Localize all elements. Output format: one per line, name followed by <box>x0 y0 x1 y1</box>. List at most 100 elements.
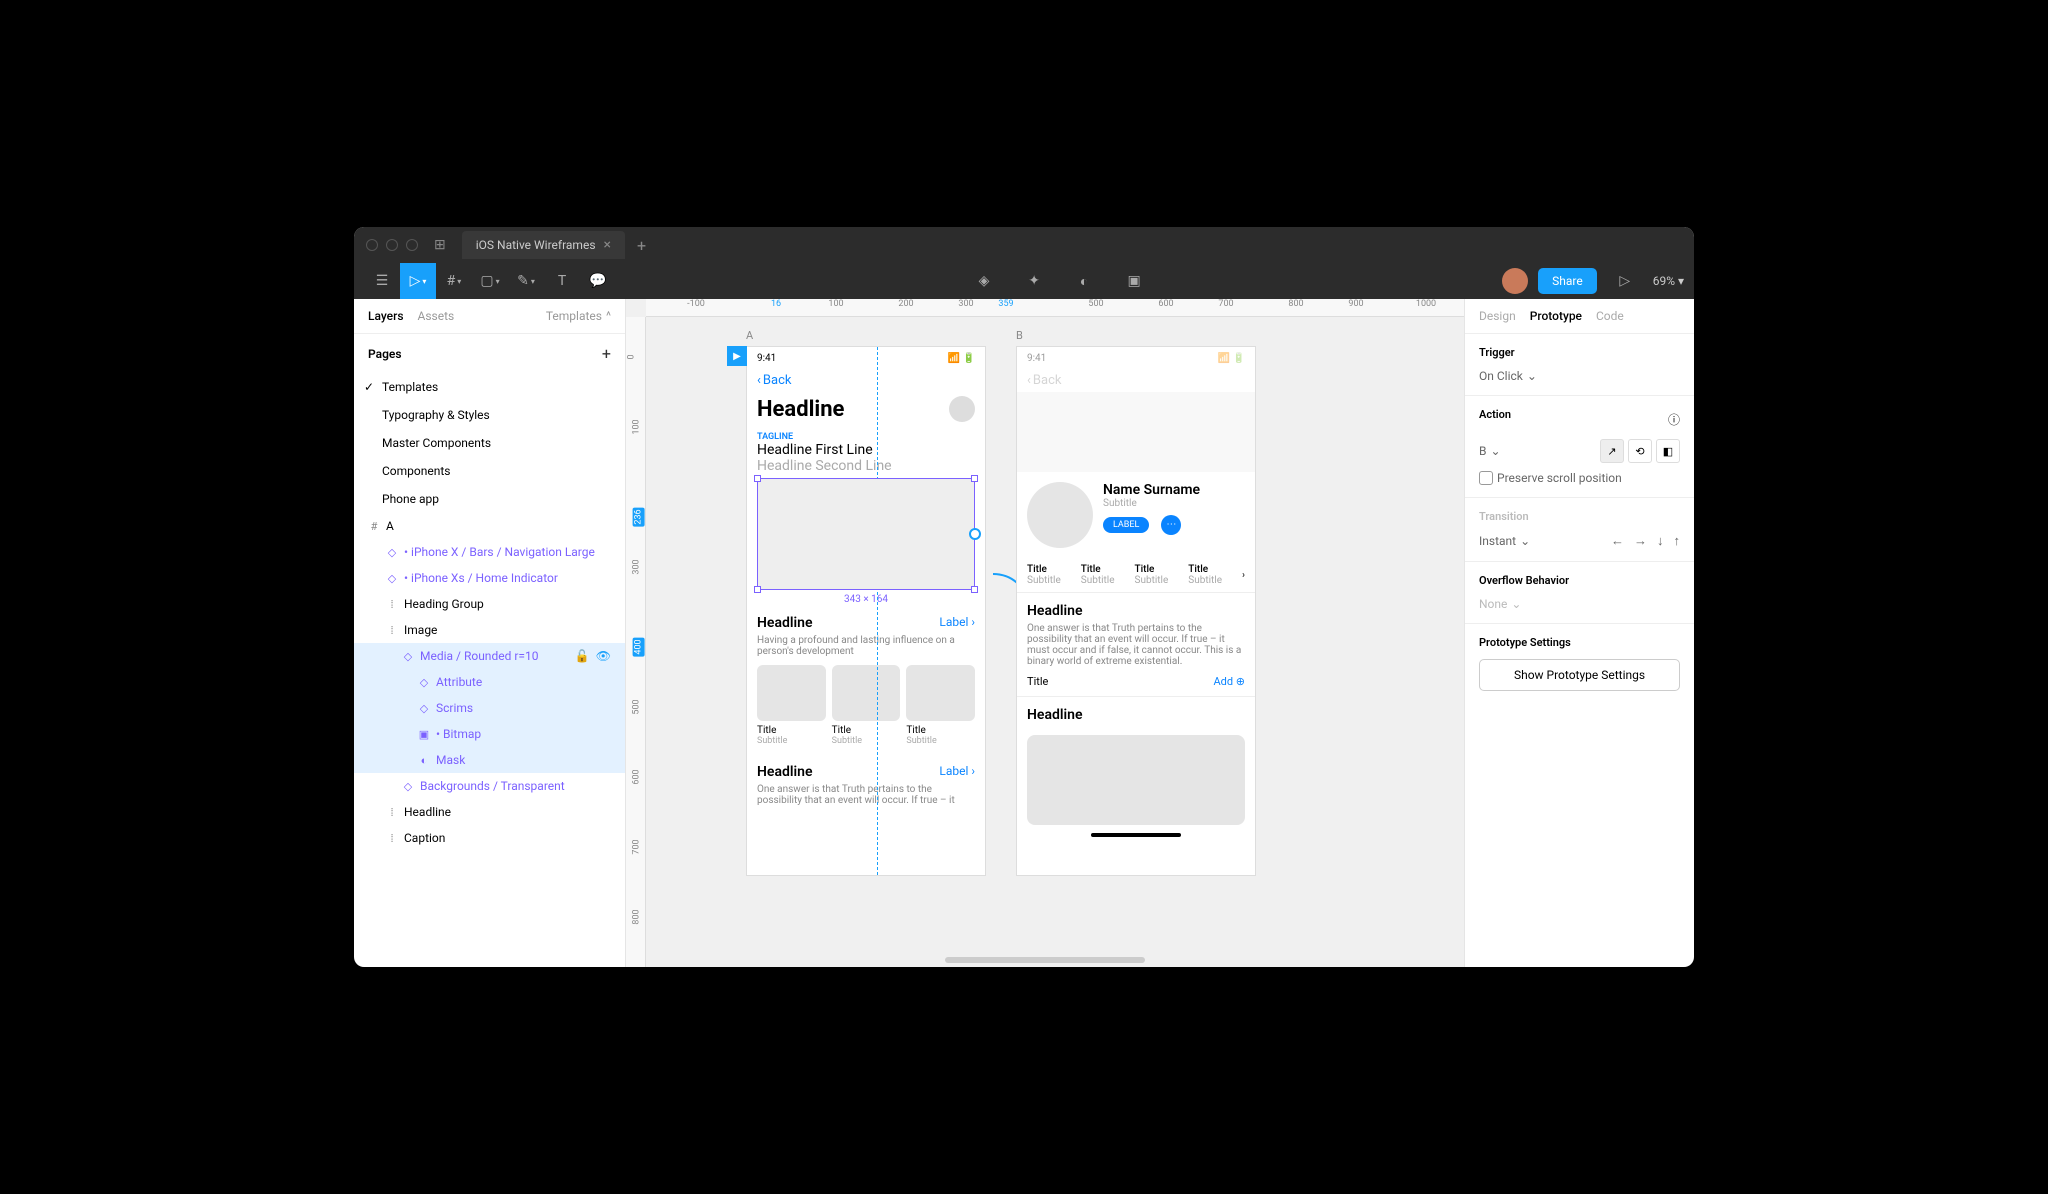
action-label: Action <box>1479 408 1511 421</box>
pen-tool[interactable]: ✎▾ <box>508 263 544 299</box>
preserve-scroll-checkbox[interactable]: Preserve scroll position <box>1479 471 1680 485</box>
transition-value[interactable]: Instant ⌄ <box>1479 534 1530 548</box>
page-item[interactable]: Master Components <box>354 429 625 457</box>
direction-arrows: ← → ↓ ↑ <box>1611 533 1680 549</box>
layer-item[interactable]: ◇Backgrounds / Transparent <box>354 773 625 799</box>
large-headline: Headline <box>747 392 985 426</box>
chevron-right-icon[interactable]: › <box>1242 570 1245 581</box>
ruler-horizontal: -100 16 100 200 300 359 500 600 700 800 … <box>646 299 1464 317</box>
zoom-level[interactable]: 69% ▾ <box>1653 274 1684 288</box>
show-prototype-settings-button[interactable]: Show Prototype Settings <box>1479 659 1680 691</box>
selection-handle[interactable] <box>971 586 978 593</box>
text-tool[interactable]: T <box>544 263 580 299</box>
arrow-left-icon[interactable]: ← <box>1611 533 1624 549</box>
move-tool[interactable]: ▷▾ <box>400 263 436 299</box>
menu-icon[interactable]: ☰ <box>364 263 400 299</box>
layer-item[interactable]: ⁞Headline <box>354 799 625 825</box>
frame-b[interactable]: 9:41📶 🔋 ‹Back Name Surname Subtitle <box>1016 346 1256 876</box>
close-tab-icon[interactable]: × <box>604 237 611 253</box>
lock-icon[interactable]: 🔓 <box>575 649 590 663</box>
frame-tool[interactable]: #▾ <box>436 263 472 299</box>
label-link[interactable]: Label › <box>939 615 975 631</box>
mask-icon[interactable]: ◐ <box>1066 263 1102 299</box>
layer-item[interactable]: ⁞Caption <box>354 825 625 851</box>
more-icon[interactable]: ⋯ <box>1161 515 1181 535</box>
add-page-button[interactable]: + <box>602 344 611 363</box>
trigger-value[interactable]: On Click ⌄ <box>1479 369 1680 383</box>
image-placeholder <box>1027 735 1245 825</box>
maximize-dot[interactable] <box>406 239 418 251</box>
label-link[interactable]: Label › <box>939 764 975 780</box>
tab-assets[interactable]: Assets <box>418 309 455 323</box>
section-headline: Headline <box>757 764 812 780</box>
home-indicator <box>1091 833 1181 837</box>
present-icon[interactable]: ▷ <box>1607 263 1643 299</box>
navigate-icon[interactable]: ↗ <box>1600 439 1624 463</box>
layer-item-selected[interactable]: ◇Media / Rounded r=10🔓👁 <box>354 643 625 669</box>
tab-design[interactable]: Design <box>1479 309 1516 323</box>
layer-item[interactable]: ⁞Image <box>354 617 625 643</box>
selection-box[interactable] <box>757 478 975 590</box>
card[interactable]: TitleSubtitle <box>757 665 826 746</box>
new-tab-button[interactable]: + <box>637 236 646 255</box>
prototype-play-icon[interactable]: ▶ <box>727 346 747 366</box>
file-tab[interactable]: iOS Native Wireframes × <box>462 231 625 259</box>
overlay-icon[interactable]: ◧ <box>1656 439 1680 463</box>
horizontal-scrollbar[interactable] <box>945 957 1145 963</box>
layer-frame[interactable]: #A <box>354 513 625 539</box>
headline-line2: Headline Second Line <box>747 458 985 474</box>
tab-code[interactable]: Code <box>1596 309 1624 323</box>
shape-tool[interactable]: ▢▾ <box>472 263 508 299</box>
page-item[interactable]: Typography & Styles <box>354 401 625 429</box>
frame-label[interactable]: B <box>1016 329 1256 342</box>
page-item[interactable]: Components <box>354 457 625 485</box>
close-dot[interactable] <box>366 239 378 251</box>
label-pill[interactable]: LABEL <box>1103 517 1149 533</box>
frame-label[interactable]: A <box>746 329 986 342</box>
templates-dropdown[interactable]: Templates ^ <box>546 309 611 323</box>
section-body: One answer is that Truth pertains to the… <box>747 784 985 806</box>
layer-item[interactable]: ⁞Heading Group <box>354 591 625 617</box>
profile-name: Name Surname <box>1103 482 1200 498</box>
selection-handle[interactable] <box>971 475 978 482</box>
rotate-icon[interactable]: ◈ <box>966 263 1002 299</box>
layer-item[interactable]: ◇• iPhone X / Bars / Navigation Large <box>354 539 625 565</box>
layer-item[interactable]: ◇Scrims <box>354 695 625 721</box>
info-icon[interactable]: ⓘ <box>1668 411 1680 428</box>
selection-handle[interactable] <box>754 475 761 482</box>
arrow-right-icon[interactable]: → <box>1634 533 1647 549</box>
selection-handle[interactable] <box>754 586 761 593</box>
tab-layers[interactable]: Layers <box>368 309 404 323</box>
comment-tool[interactable]: 💬 <box>580 263 616 299</box>
share-button[interactable]: Share <box>1538 268 1597 294</box>
back-link[interactable]: ‹Back <box>1027 373 1245 388</box>
card[interactable]: TitleSubtitle <box>906 665 975 746</box>
minimize-dot[interactable] <box>386 239 398 251</box>
add-link[interactable]: Add ⊕ <box>1213 675 1245 688</box>
layer-item[interactable]: ◐Mask <box>354 747 625 773</box>
user-avatar[interactable] <box>1502 268 1528 294</box>
arrow-up-icon[interactable]: ↑ <box>1674 533 1681 549</box>
canvas[interactable]: -100 16 100 200 300 359 500 600 700 800 … <box>626 299 1464 967</box>
arrow-down-icon[interactable]: ↓ <box>1657 533 1664 549</box>
home-icon[interactable]: ⊞ <box>434 237 446 253</box>
back-link[interactable]: ‹Back <box>757 373 975 388</box>
page-item[interactable]: Templates <box>354 373 625 401</box>
layer-item[interactable]: ◇• iPhone Xs / Home Indicator <box>354 565 625 591</box>
swap-icon[interactable]: ⟲ <box>1628 439 1652 463</box>
layer-item[interactable]: ◇Attribute <box>354 669 625 695</box>
add-row: Title Add ⊕ <box>1017 667 1255 697</box>
action-value[interactable]: B ⌄ <box>1479 444 1501 458</box>
page-item[interactable]: Phone app <box>354 485 625 513</box>
overflow-value[interactable]: None ⌄ <box>1479 597 1680 611</box>
layer-item[interactable]: ▣• Bitmap <box>354 721 625 747</box>
frame-a[interactable]: ▶ 9:41📶 🔋 ‹Back Headline TAGLINE Headlin… <box>746 346 986 876</box>
profile-row: Name Surname Subtitle LABEL ⋯ <box>1017 472 1255 558</box>
tab-prototype[interactable]: Prototype <box>1530 309 1582 323</box>
boolean-icon[interactable]: ▣ <box>1116 263 1152 299</box>
card[interactable]: TitleSubtitle <box>832 665 901 746</box>
connection-node[interactable] <box>969 528 981 540</box>
add-title: Title <box>1027 675 1048 688</box>
eye-icon[interactable]: 👁 <box>596 649 611 663</box>
component-icon[interactable]: ✦ <box>1016 263 1052 299</box>
